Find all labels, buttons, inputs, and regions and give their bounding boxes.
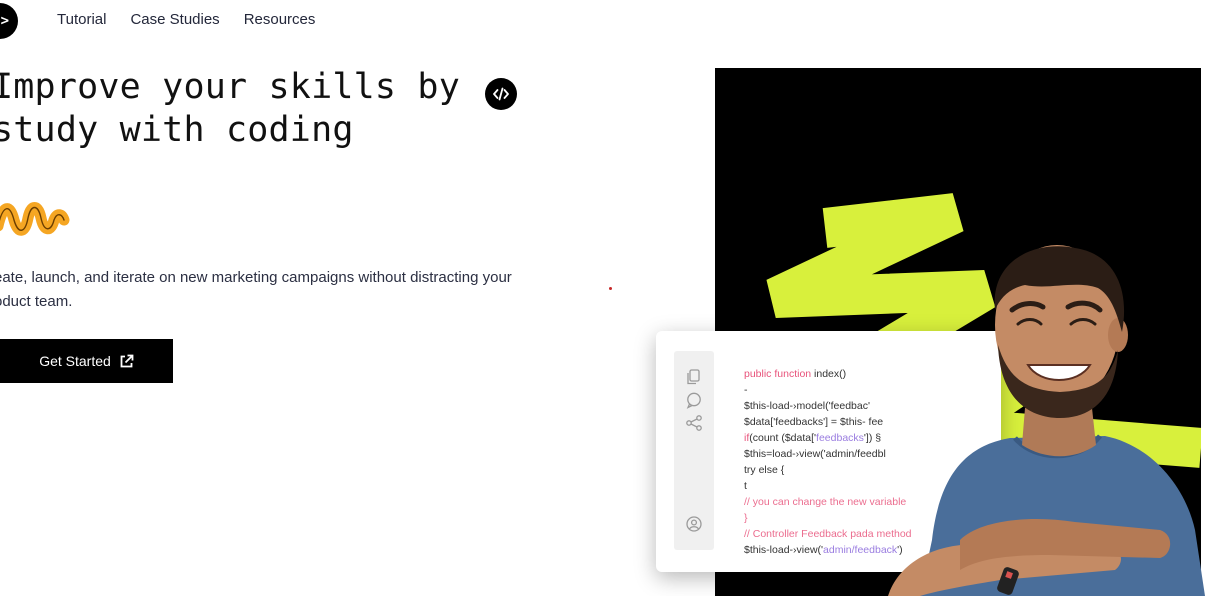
decorative-dot <box>609 287 612 290</box>
code-token: (count ($data[' <box>749 432 817 444</box>
code-token: feedbacks <box>816 432 864 444</box>
code-token: - <box>744 384 748 396</box>
code-token: public function <box>744 368 815 380</box>
editor-sidebar <box>674 351 714 550</box>
copy-icon[interactable] <box>685 368 703 386</box>
hero-description-line1: eate, launch, and iterate on new marketi… <box>0 269 512 286</box>
code-token: $this-load-›model('feedbac' <box>744 400 870 412</box>
code-token: index() <box>814 368 847 380</box>
nav-item-tutorial[interactable]: Tutorial <box>57 11 106 28</box>
developer-photo <box>888 245 1205 596</box>
comment-icon[interactable] <box>685 391 703 409</box>
hero-description: eate, launch, and iterate on new marketi… <box>0 266 574 314</box>
squiggle-decoration <box>0 202 70 236</box>
hero-headline-line2: study with coding <box>0 110 354 150</box>
logo[interactable]: > <box>0 3 18 39</box>
hero-headline-line1: Improve your skills by <box>0 67 460 107</box>
get-started-button[interactable]: Get Started <box>0 339 173 383</box>
top-nav: Tutorial Case Studies Resources <box>57 11 315 28</box>
hero-description-line2: oduct team. <box>0 293 73 310</box>
code-token: $this-load-›view(' <box>744 544 824 556</box>
code-icon <box>485 78 517 110</box>
logo-glyph: > <box>0 13 9 29</box>
get-started-label: Get Started <box>39 353 111 369</box>
share-icon[interactable] <box>685 414 703 432</box>
hero-headline: Improve your skills by study with coding <box>0 66 460 152</box>
external-link-icon <box>120 354 134 367</box>
code-token: } <box>744 512 748 524</box>
nav-item-resources[interactable]: Resources <box>244 11 316 28</box>
nav-item-case-studies[interactable]: Case Studies <box>130 11 219 28</box>
code-token: try else { <box>744 464 785 476</box>
code-token: t <box>744 480 747 492</box>
user-icon[interactable] <box>685 515 703 533</box>
